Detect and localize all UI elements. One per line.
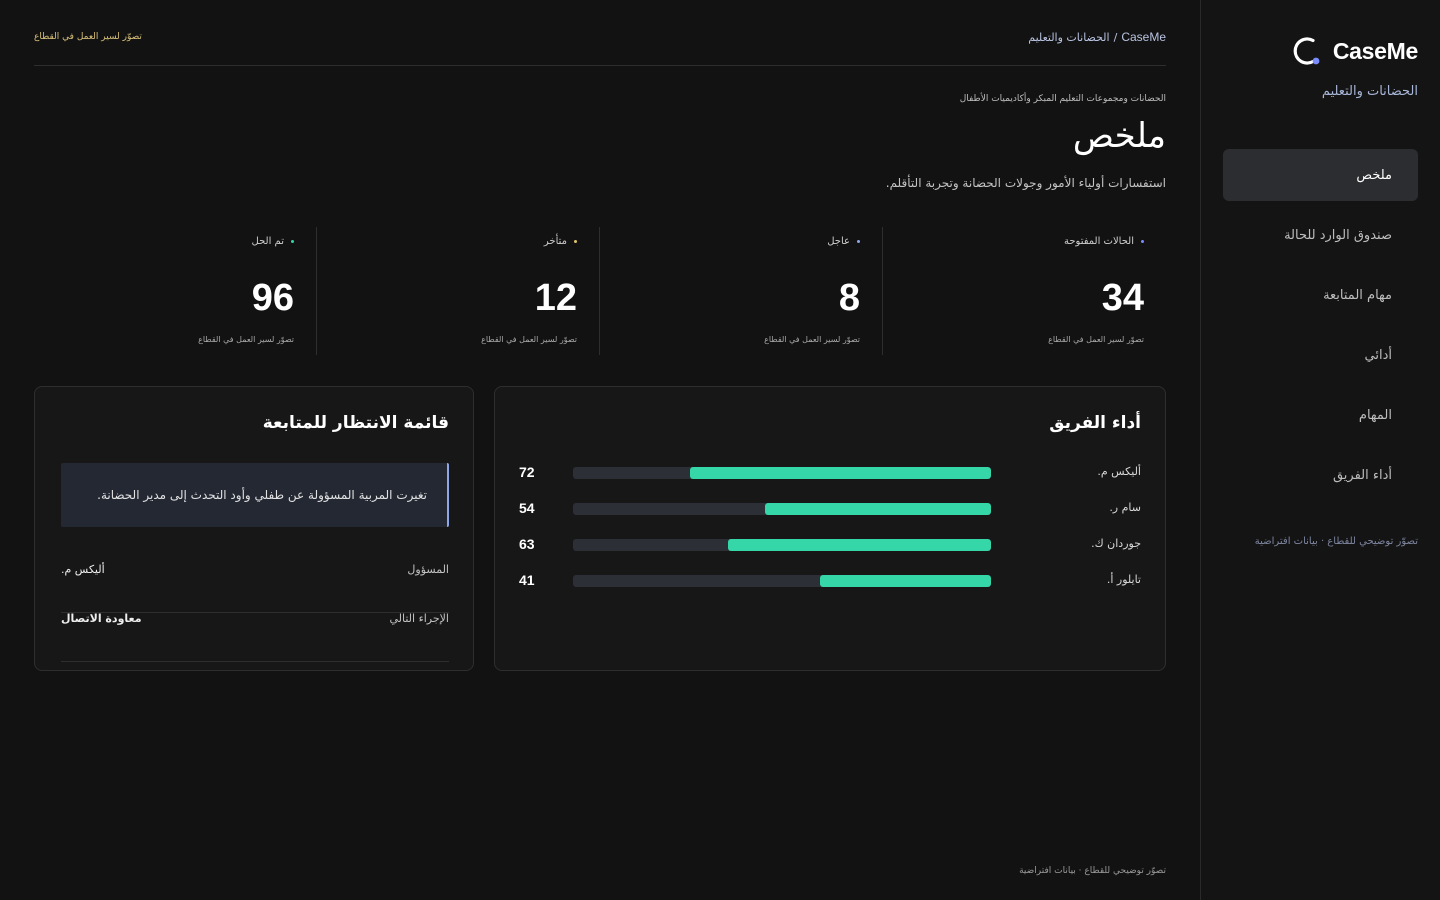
team-performance-title: أداء الفريق (1049, 413, 1141, 433)
topbar: CaseMe/ الحضانات والتعليم تصوّر لسير العم… (34, 28, 1166, 66)
stat-label: عاجل (827, 236, 860, 247)
stat-open-cases: الحالات المفتوحة 34 تصوّر لسير العمل في … (883, 227, 1166, 355)
owner-value: أليكس م. (61, 563, 105, 576)
performance-bar-fill (727, 539, 991, 551)
stats-row: الحالات المفتوحة 34 تصوّر لسير العمل في … (34, 227, 1166, 355)
topbar-note: تصوّر لسير العمل في القطاع (34, 32, 142, 42)
brand[interactable]: CaseMe (1289, 34, 1418, 68)
stat-note: تصوّر لسير العمل في القطاع (198, 335, 294, 344)
next-action-row: الإجراء التالي معاودة الاتصال (61, 612, 449, 662)
page-eyebrow: الحضانات ومجموعات التعليم المبكر وأكاديم… (959, 94, 1166, 104)
team-member-score: 54 (519, 500, 535, 516)
status-dot-icon (1141, 240, 1144, 243)
performance-bar-fill (819, 575, 991, 587)
sidebar-item-summary[interactable]: ملخص (1223, 149, 1418, 201)
page-description: استفسارات أولياء الأمور وجولات الحضانة و… (885, 176, 1166, 190)
performance-bar-track (573, 467, 991, 479)
stat-label: تم الحل (252, 236, 294, 247)
team-member-row: تايلور أ. 41 (519, 570, 1141, 592)
performance-bar-track (573, 575, 991, 587)
breadcrumb: CaseMe/ الحضانات والتعليم (1028, 30, 1166, 44)
breadcrumb-separator: / (1113, 31, 1118, 44)
breadcrumb-brand[interactable]: CaseMe (1121, 30, 1166, 44)
sidebar-item-my-performance[interactable]: أدائي (1223, 329, 1418, 381)
sidebar-nav: ملخص صندوق الوارد للحالة مهام المتابعة أ… (1223, 149, 1418, 509)
performance-bar-fill (765, 503, 991, 515)
next-action-label: الإجراء التالي (389, 612, 449, 625)
follow-up-queue-title: قائمة الانتظار للمتابعة (262, 413, 449, 433)
stat-value: 8 (838, 277, 860, 319)
stat-resolved: تم الحل 96 تصوّر لسير العمل في القطاع (34, 227, 317, 355)
team-member-row: أليكس م. 72 (519, 462, 1141, 484)
status-dot-icon (291, 240, 294, 243)
queue-message[interactable]: تغيرت المربية المسؤولة عن طفلي وأود التح… (61, 463, 449, 527)
main-content: CaseMe/ الحضانات والتعليم تصوّر لسير العم… (34, 0, 1166, 900)
stat-value: 34 (1101, 277, 1144, 319)
sidebar-item-follow-up-tasks[interactable]: مهام المتابعة (1223, 269, 1418, 321)
stat-value: 96 (251, 277, 294, 319)
brand-name: CaseMe (1332, 37, 1418, 64)
owner-label: المسؤول (407, 563, 449, 576)
performance-bar-fill (690, 467, 991, 479)
stat-overdue: متأخر 12 تصوّر لسير العمل في القطاع (317, 227, 600, 355)
performance-bar-track (573, 539, 991, 551)
team-member-row: جوردان ك. 63 (519, 534, 1141, 556)
team-member-name: جوردان ك. (1091, 537, 1141, 550)
sidebar-item-case-inbox[interactable]: صندوق الوارد للحالة (1223, 209, 1418, 261)
brand-subtitle: الحضانات والتعليم (1321, 84, 1418, 99)
stat-label: متأخر (544, 236, 577, 247)
follow-up-queue-card: قائمة الانتظار للمتابعة تغيرت المربية ال… (34, 386, 474, 671)
stat-urgent: عاجل 8 تصوّر لسير العمل في القطاع (600, 227, 883, 355)
team-member-score: 63 (519, 536, 535, 552)
next-action-value[interactable]: معاودة الاتصال (61, 612, 142, 625)
sidebar-item-team-performance[interactable]: أداء الفريق (1223, 449, 1418, 501)
stat-note: تصوّر لسير العمل في القطاع (1048, 335, 1144, 344)
footer-note: تصوّر توضيحي للقطاع · بيانات افتراضية (1019, 866, 1166, 876)
sidebar: CaseMe الحضانات والتعليم ملخص صندوق الوا… (1200, 0, 1440, 900)
breadcrumb-section[interactable]: الحضانات والتعليم (1028, 31, 1109, 44)
stat-note: تصوّر لسير العمل في القطاع (764, 335, 860, 344)
status-dot-icon (857, 240, 860, 243)
sidebar-item-tasks[interactable]: المهام (1223, 389, 1418, 441)
page-title: ملخص (1072, 116, 1166, 156)
stat-value: 12 (534, 277, 577, 319)
team-member-score: 41 (519, 572, 535, 588)
stat-label: الحالات المفتوحة (1064, 236, 1144, 247)
team-member-name: أليكس م. (1097, 465, 1141, 478)
stat-note: تصوّر لسير العمل في القطاع (481, 335, 577, 344)
owner-row: المسؤول أليكس م. (61, 563, 449, 613)
status-dot-icon (574, 240, 577, 243)
team-member-name: سام ر. (1109, 501, 1141, 514)
performance-bar-track (573, 503, 991, 515)
team-member-score: 72 (519, 464, 535, 480)
team-member-name: تايلور أ. (1106, 573, 1141, 586)
sidebar-footer-note: تصوّر توضيحي للقطاع · بيانات افتراضية (1254, 536, 1418, 547)
team-performance-card: أداء الفريق أليكس م. 72 سام ر. 54 جوردان ك. 6… (494, 386, 1166, 671)
team-member-row: سام ر. 54 (519, 498, 1141, 520)
caseme-logo-icon (1289, 34, 1323, 68)
